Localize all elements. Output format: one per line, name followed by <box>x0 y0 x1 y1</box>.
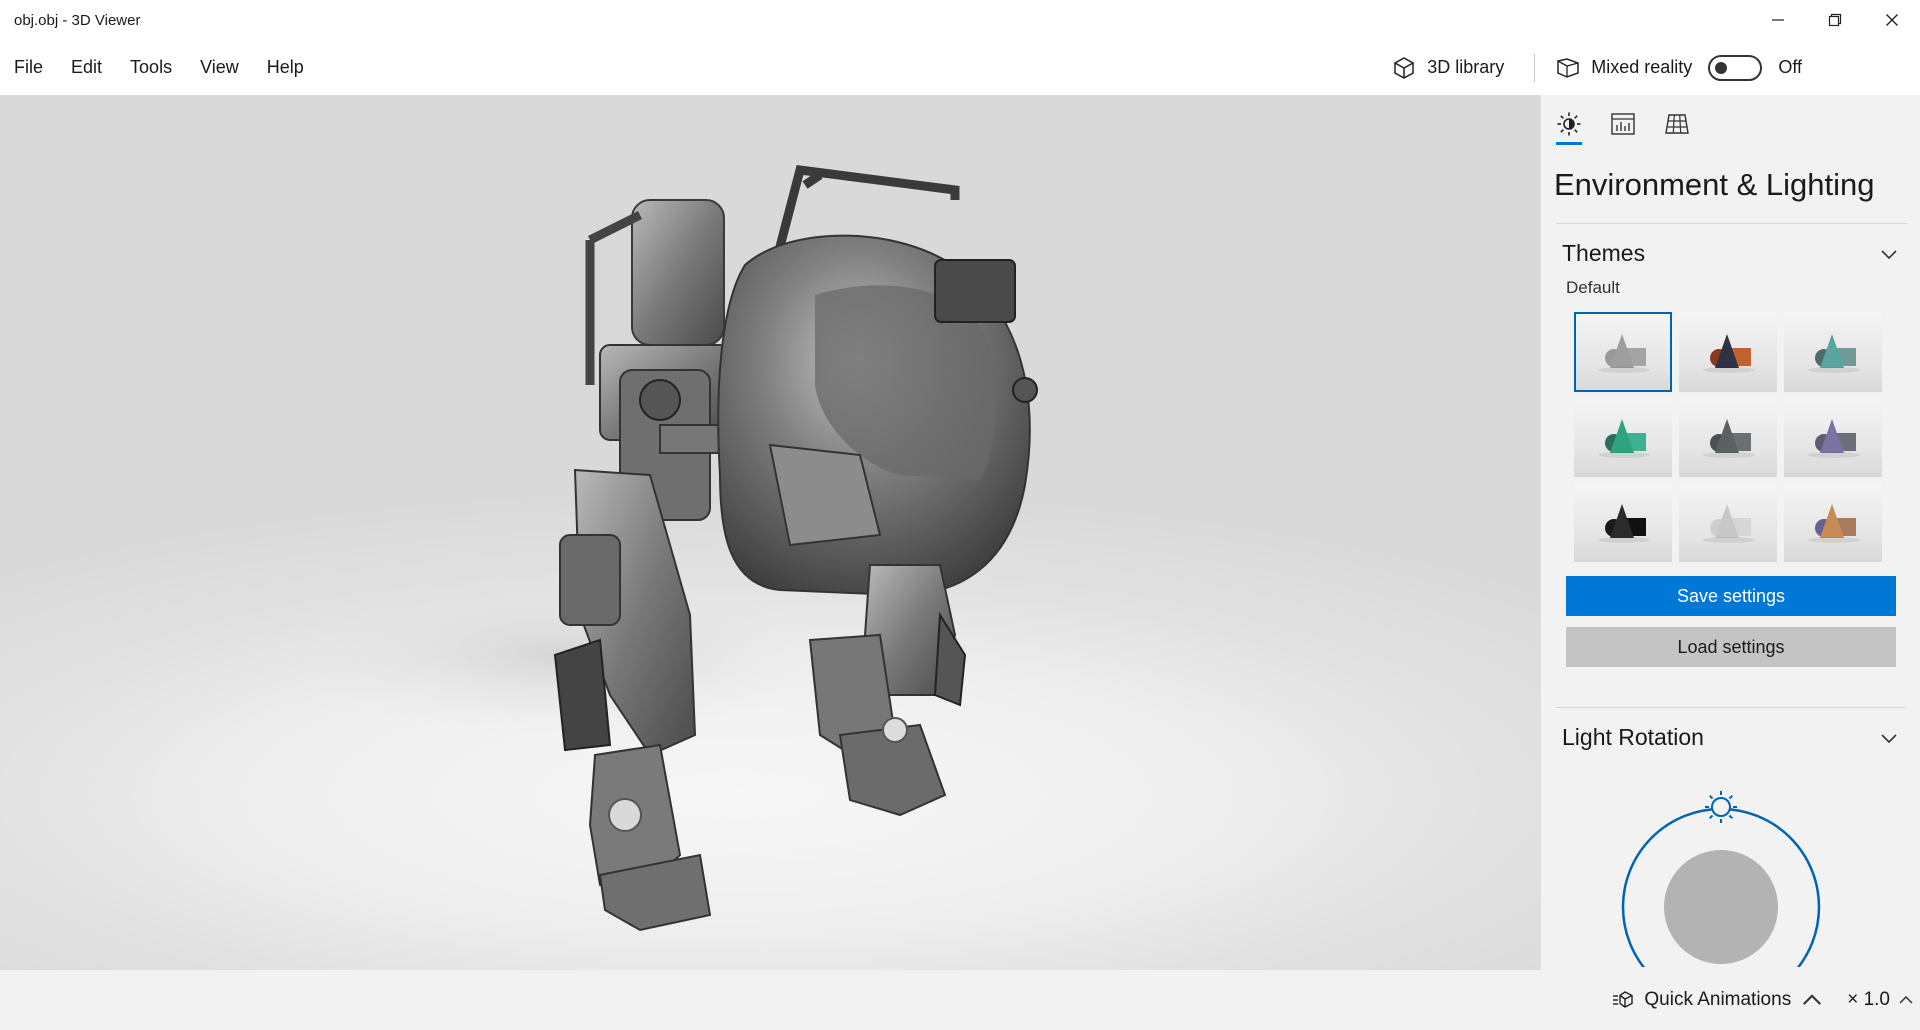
selected-theme-label: Default <box>1566 278 1620 297</box>
animation-icon <box>1613 991 1634 1008</box>
light-rotation-dial[interactable] <box>1611 767 1831 967</box>
tab-lighting[interactable] <box>1554 111 1584 149</box>
robot-model[interactable] <box>0 95 1540 970</box>
theme-preview-shapes <box>1808 419 1860 458</box>
light-rotation-heading: Light Rotation <box>1562 724 1704 750</box>
menu-file[interactable]: File <box>0 40 57 95</box>
mixed-reality-label: Mixed reality <box>1591 57 1693 77</box>
light-rotation-section-header[interactable]: Light Rotation <box>1556 707 1907 767</box>
animation-speed-button[interactable]: × 1.0 <box>1847 989 1914 1011</box>
theme-swatch[interactable] <box>1679 312 1777 392</box>
sun-handle-icon[interactable] <box>1705 791 1737 823</box>
restore-button[interactable] <box>1806 0 1863 40</box>
theme-swatch[interactable] <box>1574 482 1672 562</box>
save-settings-button[interactable]: Save settings <box>1566 576 1896 616</box>
theme-preview-shapes <box>1598 334 1650 373</box>
theme-grid <box>1541 312 1920 562</box>
theme-preview-shapes <box>1703 504 1755 543</box>
themes-section-header[interactable]: Themes <box>1556 223 1907 283</box>
3d-library-button[interactable]: 3D library <box>1371 40 1534 95</box>
mixed-reality-icon <box>1557 57 1580 78</box>
stats-chart-icon <box>1611 113 1635 135</box>
close-icon <box>1885 14 1898 26</box>
theme-swatch[interactable] <box>1784 312 1882 392</box>
chevron-down-icon <box>1881 733 1897 743</box>
mixed-reality-state: Off <box>1778 57 1802 77</box>
quick-animations-button[interactable]: Quick Animations <box>1612 989 1823 1011</box>
tab-stats[interactable] <box>1608 111 1638 149</box>
sun-lighting-icon <box>1557 112 1581 136</box>
environment-panel: Environment & Lighting Themes Default Sa… <box>1540 95 1920 970</box>
close-button[interactable] <box>1863 0 1920 40</box>
window-title: obj.obj - 3D Viewer <box>14 11 141 29</box>
cube-icon <box>1394 56 1414 79</box>
menu-tools[interactable]: Tools <box>116 40 186 95</box>
menu-help[interactable]: Help <box>253 40 318 95</box>
menu-edit[interactable]: Edit <box>57 40 116 95</box>
theme-swatch[interactable] <box>1784 397 1882 477</box>
mixed-reality-label-group: Mixed reality <box>1535 55 1692 81</box>
toggle-knob <box>1715 61 1728 74</box>
theme-preview-shapes <box>1703 334 1755 373</box>
theme-swatch[interactable] <box>1574 312 1672 392</box>
menu-bar: File Edit Tools View Help 3D library Mix… <box>0 40 1920 95</box>
theme-preview-shapes <box>1598 419 1650 458</box>
theme-preview-shapes <box>1598 504 1650 543</box>
load-settings-button[interactable]: Load settings <box>1566 627 1896 667</box>
panel-tabs <box>1541 95 1920 153</box>
light-rotation-control[interactable] <box>1541 767 1920 967</box>
tab-mesh[interactable] <box>1662 111 1692 149</box>
minimize-button[interactable] <box>1749 0 1806 40</box>
panel-title: Environment & Lighting <box>1554 167 1875 202</box>
menu-view[interactable]: View <box>186 40 253 95</box>
quick-animations-label: Quick Animations <box>1644 989 1792 1010</box>
theme-preview-shapes <box>1808 504 1860 543</box>
speed-label: × 1.0 <box>1847 989 1890 1010</box>
theme-swatch[interactable] <box>1784 482 1882 562</box>
theme-preview-shapes <box>1703 419 1755 458</box>
mesh-grid-icon <box>1665 114 1689 134</box>
3d-library-label: 3D library <box>1427 57 1505 77</box>
theme-swatch[interactable] <box>1679 397 1777 477</box>
3d-viewport[interactable] <box>0 95 1540 970</box>
theme-preview-shapes <box>1808 334 1860 373</box>
mixed-reality-toggle[interactable] <box>1708 54 1763 81</box>
restore-icon <box>1828 13 1841 27</box>
chevron-down-icon <box>1881 249 1897 259</box>
theme-swatch[interactable] <box>1574 397 1672 477</box>
title-bar: obj.obj - 3D Viewer <box>0 0 1920 40</box>
theme-swatch[interactable] <box>1679 482 1777 562</box>
chevron-up-icon <box>1899 995 1913 1004</box>
chevron-up-icon <box>1803 994 1822 1005</box>
bottom-bar: Quick Animations × 1.0 <box>0 970 1920 1030</box>
minimize-icon <box>1771 19 1784 21</box>
themes-heading: Themes <box>1562 240 1646 266</box>
